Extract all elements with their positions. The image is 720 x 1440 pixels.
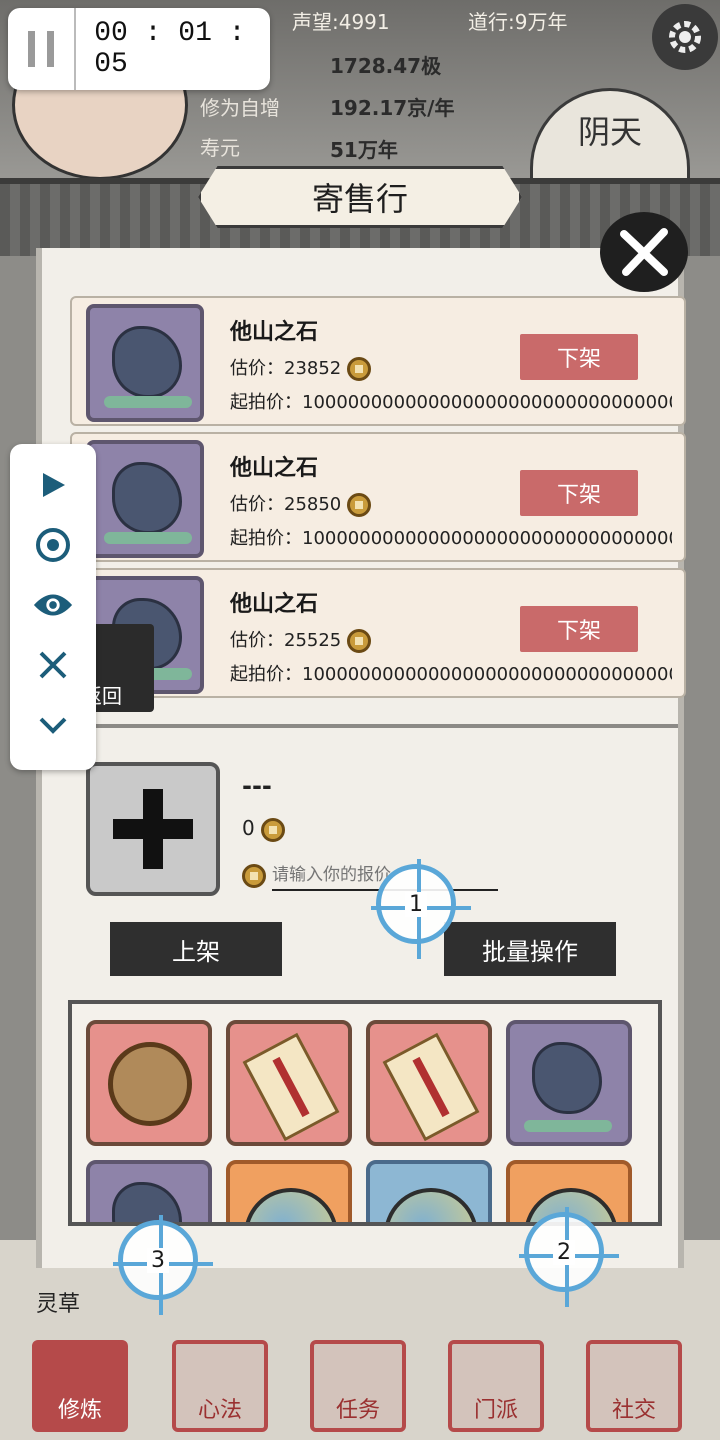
talisman-icon — [242, 1032, 340, 1142]
close-icon[interactable] — [600, 212, 688, 292]
inventory-item[interactable] — [366, 1160, 492, 1222]
listing-item[interactable]: 他山之石 估价：25850 起拍价：1000000000000000000000… — [70, 432, 686, 562]
item-estimate: 估价：25850 — [230, 490, 372, 517]
inventory-item[interactable] — [86, 1160, 212, 1222]
realm-value: 1728.47极 — [330, 54, 442, 78]
coin-icon — [242, 864, 266, 888]
inventory-item[interactable] — [226, 1160, 352, 1222]
recording-timer: 00 : 01 : 05 — [8, 8, 270, 90]
coin-icon — [347, 629, 372, 653]
listing-item[interactable]: 他山之石 估价：25525 起拍价：1000000000000000000000… — [70, 568, 686, 698]
nav-sect[interactable]: 门派 — [448, 1340, 544, 1432]
cultivation-label: 修为自增 — [200, 96, 280, 120]
orb-icon — [244, 1188, 338, 1222]
page-title: 寄售行 — [198, 166, 522, 228]
floating-control-bar — [10, 444, 96, 770]
rock-item-icon — [86, 440, 204, 558]
inventory-item[interactable] — [506, 1020, 632, 1146]
item-start-bid: 起拍价：100000000000000000000000000000000 — [230, 528, 672, 549]
item-name: 他山之石 — [230, 592, 319, 617]
inventory-item[interactable] — [226, 1020, 352, 1146]
rock-item-icon — [86, 304, 204, 422]
artifact-icon — [108, 1042, 192, 1126]
delist-button[interactable]: 下架 — [520, 606, 638, 652]
reputation-stat: 声望:4991 — [292, 10, 390, 34]
inventory-item[interactable] — [366, 1020, 492, 1146]
nav-tasks[interactable]: 任务 — [310, 1340, 406, 1432]
coin-icon — [347, 357, 372, 381]
selected-item-name: --- — [242, 772, 272, 800]
item-start-bid: 起拍价：100000000000000000000000000000000 — [230, 392, 672, 413]
play-icon[interactable] — [32, 464, 74, 506]
item-estimate: 估价：23852 — [230, 354, 372, 381]
touch-marker: 2 — [519, 1207, 619, 1307]
gear-icon[interactable] — [652, 4, 718, 70]
item-name: 他山之石 — [230, 320, 319, 345]
orb-icon — [384, 1188, 478, 1222]
item-start-bid: 起拍价：100000000000000000000000000000000 — [230, 664, 672, 685]
timer-text: 00 : 01 : 05 — [94, 18, 246, 80]
nav-mind-method[interactable]: 心法 — [172, 1340, 268, 1432]
nav-social[interactable]: 社交 — [586, 1340, 682, 1432]
event-log-text: 灵草 — [36, 1292, 81, 1317]
coin-icon — [260, 817, 285, 842]
lifespan-label: 寿元 — [200, 136, 240, 160]
dao-stat: 道行:9万年 — [468, 10, 568, 34]
list-button[interactable]: 上架 — [110, 922, 282, 976]
bottom-nav: 修炼 心法 任务 门派 社交 — [0, 1330, 720, 1440]
delist-button[interactable]: 下架 — [520, 334, 638, 380]
item-estimate: 估价：25525 — [230, 626, 372, 653]
touch-marker: 1 — [371, 859, 471, 959]
nav-cultivate[interactable]: 修炼 — [32, 1340, 128, 1432]
rock-item-icon — [510, 1024, 628, 1142]
inventory-grid[interactable] — [68, 1000, 662, 1226]
add-item-slot[interactable] — [86, 762, 220, 896]
item-name: 他山之石 — [230, 456, 319, 481]
chevron-down-icon[interactable] — [32, 704, 74, 746]
coin-icon — [347, 493, 372, 517]
rock-item-icon — [90, 1164, 208, 1222]
lifespan-value: 51万年 — [330, 138, 398, 162]
listing-item[interactable]: 他山之石 估价：23852 起拍价：1000000000000000000000… — [70, 296, 686, 426]
selected-item-price: 0 — [242, 816, 285, 842]
plus-icon — [113, 789, 193, 869]
eye-icon[interactable] — [32, 584, 74, 626]
batch-button[interactable]: 批量操作 — [444, 922, 616, 976]
x-icon[interactable] — [32, 644, 74, 686]
pause-icon[interactable] — [8, 8, 77, 90]
cultivation-value: 192.17京/年 — [330, 96, 455, 120]
consignment-panel: 他山之石 估价：23852 起拍价：1000000000000000000000… — [36, 248, 686, 1268]
inventory-item[interactable] — [86, 1020, 212, 1146]
talisman-icon — [382, 1032, 480, 1142]
record-icon[interactable] — [32, 524, 74, 566]
touch-marker: 3 — [113, 1215, 213, 1315]
delist-button[interactable]: 下架 — [520, 470, 638, 516]
